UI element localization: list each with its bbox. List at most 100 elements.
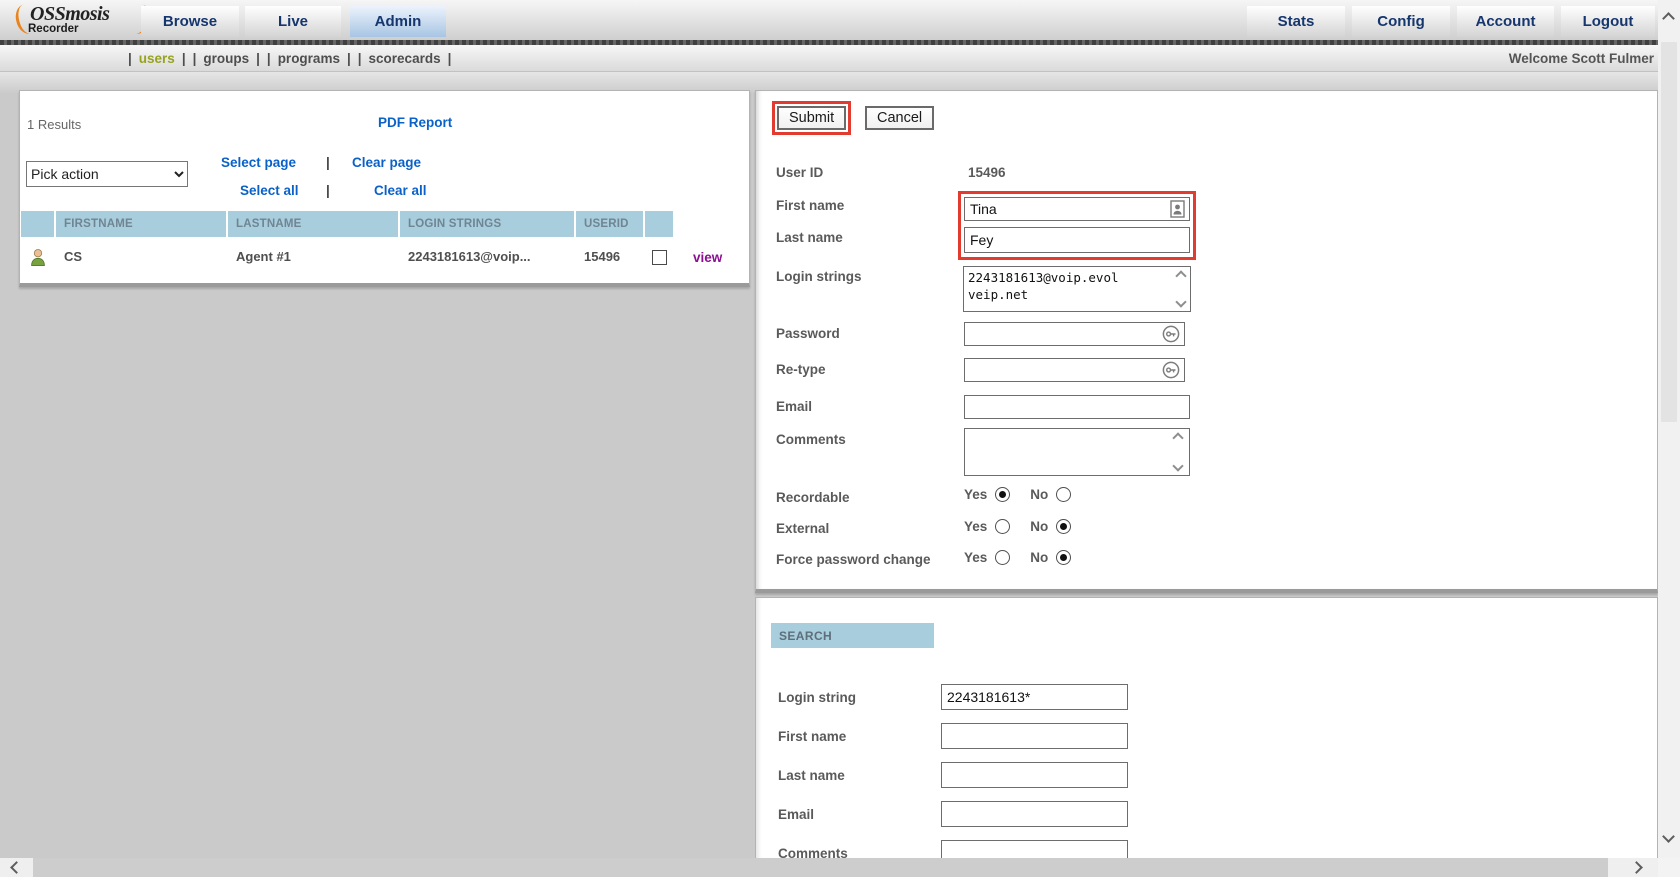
horizontal-scrollbar[interactable] bbox=[0, 858, 1658, 877]
users-table-header: FIRSTNAME LASTNAME LOGIN STRINGS USERID bbox=[21, 211, 722, 237]
subnav-item-groups[interactable]: groups bbox=[203, 51, 249, 66]
clear-page-link[interactable]: Clear page bbox=[352, 155, 421, 170]
external-label: External bbox=[776, 521, 829, 536]
force-password-change-label: Force password change bbox=[776, 552, 931, 567]
select-all-link[interactable]: Select all bbox=[240, 183, 299, 198]
col-header-lastname: LASTNAME bbox=[228, 211, 398, 237]
force-no-label: No bbox=[1030, 550, 1048, 565]
scrollbar-up-icon[interactable] bbox=[1662, 12, 1675, 25]
search-comments-input[interactable] bbox=[941, 840, 1128, 858]
app-screen: OSSmosis Recorder Browse Live Admin Stat… bbox=[0, 0, 1680, 877]
link-separator: | bbox=[326, 183, 330, 198]
email-input[interactable] bbox=[964, 395, 1190, 419]
cell-firstname: CS bbox=[56, 245, 226, 269]
pipe: | bbox=[347, 51, 351, 66]
vertical-scrollbar[interactable] bbox=[1658, 0, 1680, 858]
force-password-change-radio-group: Yes No bbox=[964, 550, 1083, 565]
tab-live[interactable]: Live bbox=[245, 6, 341, 37]
password-label: Password bbox=[776, 326, 840, 341]
external-no-radio[interactable] bbox=[1056, 519, 1071, 534]
table-row: CS Agent #1 2243181613@voip... 15496 vie… bbox=[21, 245, 722, 269]
submit-button[interactable]: Submit bbox=[777, 106, 846, 130]
users-table: FIRSTNAME LASTNAME LOGIN STRINGS USERID … bbox=[21, 211, 722, 269]
recordable-radio-group: Yes No bbox=[964, 487, 1083, 502]
comments-textarea[interactable] bbox=[964, 428, 1190, 476]
tab-config[interactable]: Config bbox=[1352, 6, 1450, 37]
search-email-label: Email bbox=[778, 807, 814, 822]
col-header-icon bbox=[21, 211, 54, 237]
col-header-userid: USERID bbox=[576, 211, 643, 237]
last-name-input[interactable] bbox=[964, 227, 1190, 253]
search-first-name-input[interactable] bbox=[941, 723, 1128, 749]
tab-logout[interactable]: Logout bbox=[1561, 6, 1655, 37]
ossmosis-logo: OSSmosis Recorder bbox=[22, 1, 142, 39]
tab-stats[interactable]: Stats bbox=[1247, 6, 1345, 37]
row-checkbox[interactable] bbox=[652, 250, 667, 265]
col-header-login-strings: LOGIN STRINGS bbox=[400, 211, 574, 237]
top-nav-bar: OSSmosis Recorder Browse Live Admin Stat… bbox=[0, 0, 1658, 40]
cell-userid: 15496 bbox=[576, 245, 643, 269]
subnav-items: | users | | groups | | programs | | scor… bbox=[128, 45, 451, 71]
pipe: | bbox=[128, 51, 132, 66]
tab-browse[interactable]: Browse bbox=[141, 6, 239, 37]
external-radio-group: Yes No bbox=[964, 519, 1083, 534]
sub-nav-bar: | users | | groups | | programs | | scor… bbox=[0, 45, 1658, 72]
recordable-no-label: No bbox=[1030, 487, 1048, 502]
login-strings-label: Login strings bbox=[776, 269, 862, 284]
force-yes-label: Yes bbox=[964, 550, 987, 565]
tab-admin[interactable]: Admin bbox=[350, 6, 446, 37]
person-icon bbox=[28, 247, 48, 267]
subnav-item-users[interactable]: users bbox=[139, 51, 175, 66]
user-id-value: 15496 bbox=[968, 165, 1006, 180]
welcome-text: Welcome Scott Fulmer bbox=[1509, 45, 1654, 71]
pipe: | bbox=[267, 51, 271, 66]
search-last-name-input[interactable] bbox=[941, 762, 1128, 788]
recordable-no-radio[interactable] bbox=[1056, 487, 1071, 502]
results-panel: 1 Results PDF Report Pick action Select … bbox=[19, 90, 750, 287]
login-strings-textarea[interactable]: 2243181613@voip.evol veip.net bbox=[963, 266, 1191, 312]
retype-input[interactable] bbox=[964, 358, 1185, 382]
logo-subtitle: Recorder bbox=[28, 23, 79, 35]
horizontal-scrollbar-thumb[interactable] bbox=[33, 858, 1608, 877]
cell-checkbox bbox=[645, 245, 673, 269]
search-last-name-label: Last name bbox=[778, 768, 845, 783]
first-name-input[interactable] bbox=[964, 197, 1190, 221]
subnav-item-scorecards[interactable]: scorecards bbox=[369, 51, 441, 66]
search-login-string-input[interactable] bbox=[941, 684, 1128, 710]
pdf-report-link[interactable]: PDF Report bbox=[378, 115, 452, 130]
scrollbar-down-icon[interactable] bbox=[1662, 830, 1675, 843]
subnav-item-programs[interactable]: programs bbox=[278, 51, 340, 66]
recordable-label: Recordable bbox=[776, 490, 850, 505]
last-name-label: Last name bbox=[776, 230, 843, 245]
search-comments-label: Comments bbox=[778, 846, 848, 858]
password-input[interactable] bbox=[964, 322, 1185, 346]
view-link[interactable]: view bbox=[693, 250, 722, 265]
search-email-input[interactable] bbox=[941, 801, 1128, 827]
submit-annotation-box: Submit bbox=[772, 101, 851, 135]
scrollbar-right-icon[interactable] bbox=[1630, 861, 1643, 874]
scrollbar-left-icon[interactable] bbox=[10, 861, 23, 874]
external-no-label: No bbox=[1030, 519, 1048, 534]
force-yes-radio[interactable] bbox=[995, 550, 1010, 565]
pipe: | bbox=[358, 51, 362, 66]
scrollbar-corner bbox=[1658, 858, 1680, 877]
select-page-link[interactable]: Select page bbox=[221, 155, 296, 170]
user-edit-panel: Submit Cancel User ID 15496 First name L… bbox=[755, 90, 1658, 593]
pipe: | bbox=[193, 51, 197, 66]
cell-login-strings: 2243181613@voip... bbox=[400, 245, 574, 269]
pipe: | bbox=[448, 51, 452, 66]
force-no-radio[interactable] bbox=[1056, 550, 1071, 565]
external-yes-radio[interactable] bbox=[995, 519, 1010, 534]
pipe: | bbox=[182, 51, 186, 66]
col-header-extra bbox=[645, 211, 673, 237]
clear-all-link[interactable]: Clear all bbox=[374, 183, 427, 198]
col-header-firstname: FIRSTNAME bbox=[56, 211, 226, 237]
vertical-scrollbar-thumb[interactable] bbox=[1661, 42, 1677, 422]
recordable-yes-label: Yes bbox=[964, 487, 987, 502]
pick-action-select[interactable]: Pick action bbox=[26, 161, 188, 187]
recordable-yes-radio[interactable] bbox=[995, 487, 1010, 502]
tab-account[interactable]: Account bbox=[1457, 6, 1554, 37]
search-section-header: SEARCH bbox=[771, 623, 934, 648]
cancel-button[interactable]: Cancel bbox=[865, 106, 934, 130]
cell-lastname: Agent #1 bbox=[228, 245, 398, 269]
